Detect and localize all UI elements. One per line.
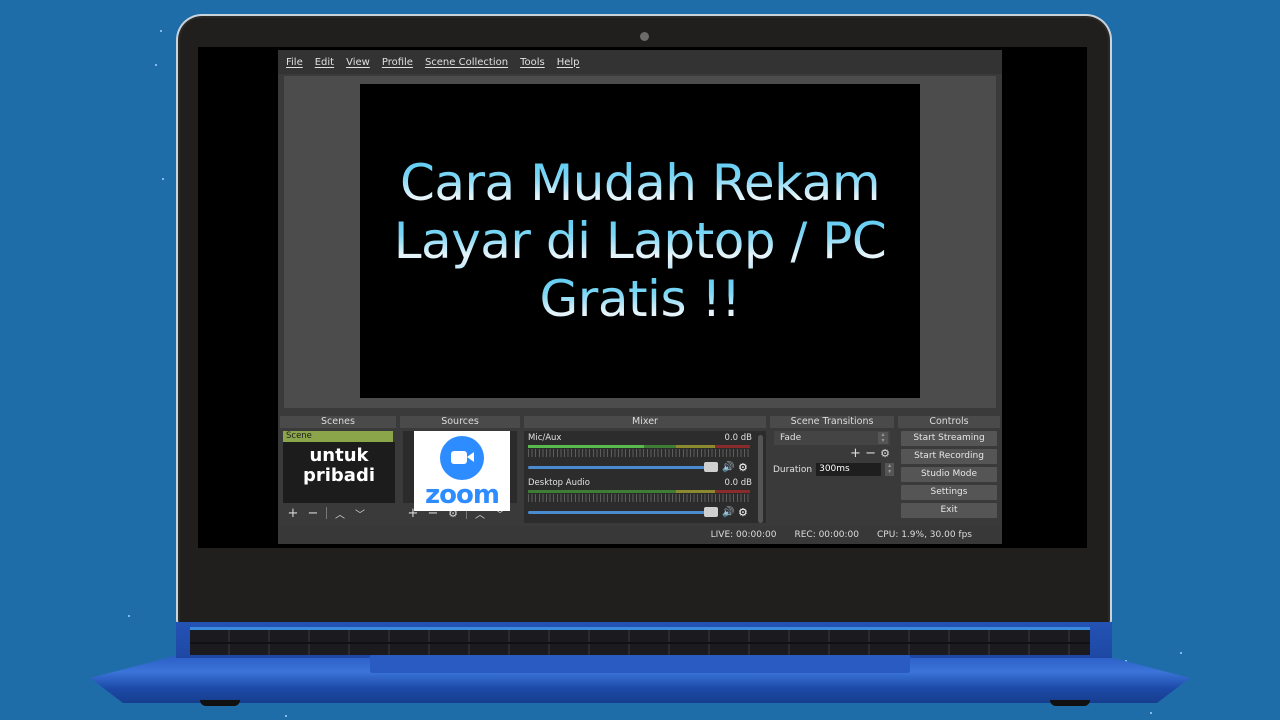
transition-select[interactable]: Fade ▴ ▾ (774, 431, 890, 445)
plus-icon[interactable]: + (850, 446, 861, 461)
thumbnail-text: pribadi (302, 465, 376, 486)
sources-dock: Sources + − ⚙ ︿ ﹀ zoom (400, 416, 520, 524)
plus-icon[interactable]: + (286, 506, 300, 521)
meter-ticks (528, 449, 750, 457)
minus-icon[interactable]: − (306, 506, 320, 521)
duration-value: 300ms (819, 464, 850, 474)
meter-ticks (528, 494, 750, 502)
menu-tools[interactable]: Tools (520, 57, 545, 68)
menu-file[interactable]: File (286, 57, 303, 68)
live-status: LIVE: 00:00:00 (710, 530, 777, 540)
controls-title: Controls (898, 416, 1000, 428)
sparkle (1150, 712, 1152, 714)
sparkle (285, 715, 287, 717)
scenes-title: Scenes (280, 416, 396, 428)
minus-icon[interactable]: − (865, 446, 876, 461)
transition-toolbar: + − ⚙ (770, 445, 894, 463)
sparkle (155, 64, 157, 66)
volume-slider-handle[interactable] (704, 506, 718, 517)
gear-icon[interactable]: ⚙ (738, 506, 750, 519)
rec-status: REC: 00:00:00 (794, 530, 860, 540)
laptop-foot (200, 700, 240, 706)
channel-level: 0.0 dB (724, 478, 752, 488)
volume-slider-handle[interactable] (704, 461, 718, 472)
preview-area[interactable]: Cara Mudah Rekam Layar di Laptop / PC Gr… (284, 76, 996, 408)
dock-panels: Scenes Scene untuk pribadi + − ︿ ﹀ Sourc… (278, 414, 1002, 524)
scene-item[interactable]: Scene (283, 431, 393, 442)
scene-list[interactable]: Scene untuk pribadi (283, 431, 395, 503)
mixer-body: Mic/Aux 0.0 dB 🔊 ⚙ Desktop Audio 0.0 dB … (524, 431, 766, 523)
exit-button[interactable]: Exit (901, 503, 997, 518)
speaker-icon[interactable]: 🔊 (722, 507, 734, 518)
mixer-channel: Desktop Audio 0.0 dB 🔊 ⚙ (524, 476, 766, 521)
toolbar-separator (326, 507, 327, 519)
sparkle (128, 615, 130, 617)
status-bar: LIVE: 00:00:00 REC: 00:00:00 CPU: 1.9%, … (278, 526, 1002, 544)
preview-title-line: Layar di Laptop / PC (393, 212, 887, 270)
sparkle (1180, 652, 1182, 654)
channel-level: 0.0 dB (724, 433, 752, 443)
volume-slider[interactable] (528, 506, 718, 517)
zoom-logo: zoom (414, 431, 510, 511)
chevron-up-icon[interactable]: ︿ (333, 506, 347, 521)
scenes-dock: Scenes Scene untuk pribadi + − ︿ ﹀ (280, 416, 396, 524)
mixer-title: Mixer (524, 416, 766, 428)
menu-bar: File Edit View Profile Scene Collection … (278, 50, 1002, 74)
zoom-camera-icon (440, 436, 484, 480)
menu-profile[interactable]: Profile (382, 57, 413, 68)
duration-row: Duration 300ms ▴ ▾ (770, 463, 894, 476)
menu-scene-collection[interactable]: Scene Collection (425, 57, 508, 68)
start-recording-button[interactable]: Start Recording (901, 449, 997, 464)
zoom-wordmark: zoom (425, 480, 500, 510)
menu-edit[interactable]: Edit (315, 57, 334, 68)
laptop-touchpad (370, 655, 910, 673)
preview-canvas[interactable]: Cara Mudah Rekam Layar di Laptop / PC Gr… (360, 84, 920, 398)
updown-arrows-icon: ▴ ▾ (878, 432, 888, 444)
laptop-keyboard (190, 627, 1090, 655)
audio-meter (528, 445, 750, 448)
mixer-dock: Mixer Mic/Aux 0.0 dB 🔊 ⚙ Desktop Audio 0… (524, 416, 766, 524)
menu-help[interactable]: Help (557, 57, 580, 68)
sparkle (160, 30, 162, 32)
chevron-down-icon[interactable]: ﹀ (353, 506, 367, 521)
speaker-icon[interactable]: 🔊 (722, 462, 734, 473)
scenes-toolbar: + − ︿ ﹀ (280, 503, 396, 523)
webcam-icon (640, 32, 649, 41)
sources-title: Sources (400, 416, 520, 428)
thumbnail-text: untuk (309, 445, 369, 466)
settings-button[interactable]: Settings (901, 485, 997, 500)
duration-spinner[interactable]: ▴ ▾ (885, 463, 894, 476)
mixer-channel: Mic/Aux 0.0 dB 🔊 ⚙ (524, 431, 766, 476)
gear-icon[interactable]: ⚙ (880, 447, 890, 460)
channel-name: Desktop Audio (528, 478, 590, 488)
menu-view[interactable]: View (346, 57, 370, 68)
duration-input[interactable]: 300ms (816, 463, 882, 476)
sparkle (162, 178, 164, 180)
controls-dock: Controls Start Streaming Start Recording… (898, 416, 1000, 524)
studio-mode-button[interactable]: Studio Mode (901, 467, 997, 482)
preview-title-line: Cara Mudah Rekam (399, 154, 881, 212)
gear-icon[interactable]: ⚙ (738, 461, 750, 474)
mixer-scrollbar[interactable] (758, 435, 763, 523)
duration-label: Duration (773, 464, 813, 475)
obs-window: File Edit View Profile Scene Collection … (278, 50, 1002, 544)
laptop-foot (1050, 700, 1090, 706)
start-streaming-button[interactable]: Start Streaming (901, 431, 997, 446)
scene-thumbnail: untuk pribadi (283, 442, 395, 503)
volume-slider[interactable] (528, 461, 718, 472)
audio-meter (528, 490, 750, 493)
transitions-title: Scene Transitions (770, 416, 894, 428)
transition-selected: Fade (780, 433, 802, 443)
transitions-dock: Scene Transitions Fade ▴ ▾ + − ⚙ Duration… (770, 416, 894, 524)
channel-name: Mic/Aux (528, 433, 562, 443)
cpu-status: CPU: 1.9%, 30.00 fps (877, 530, 972, 540)
preview-title-line: Gratis !! (539, 270, 741, 328)
